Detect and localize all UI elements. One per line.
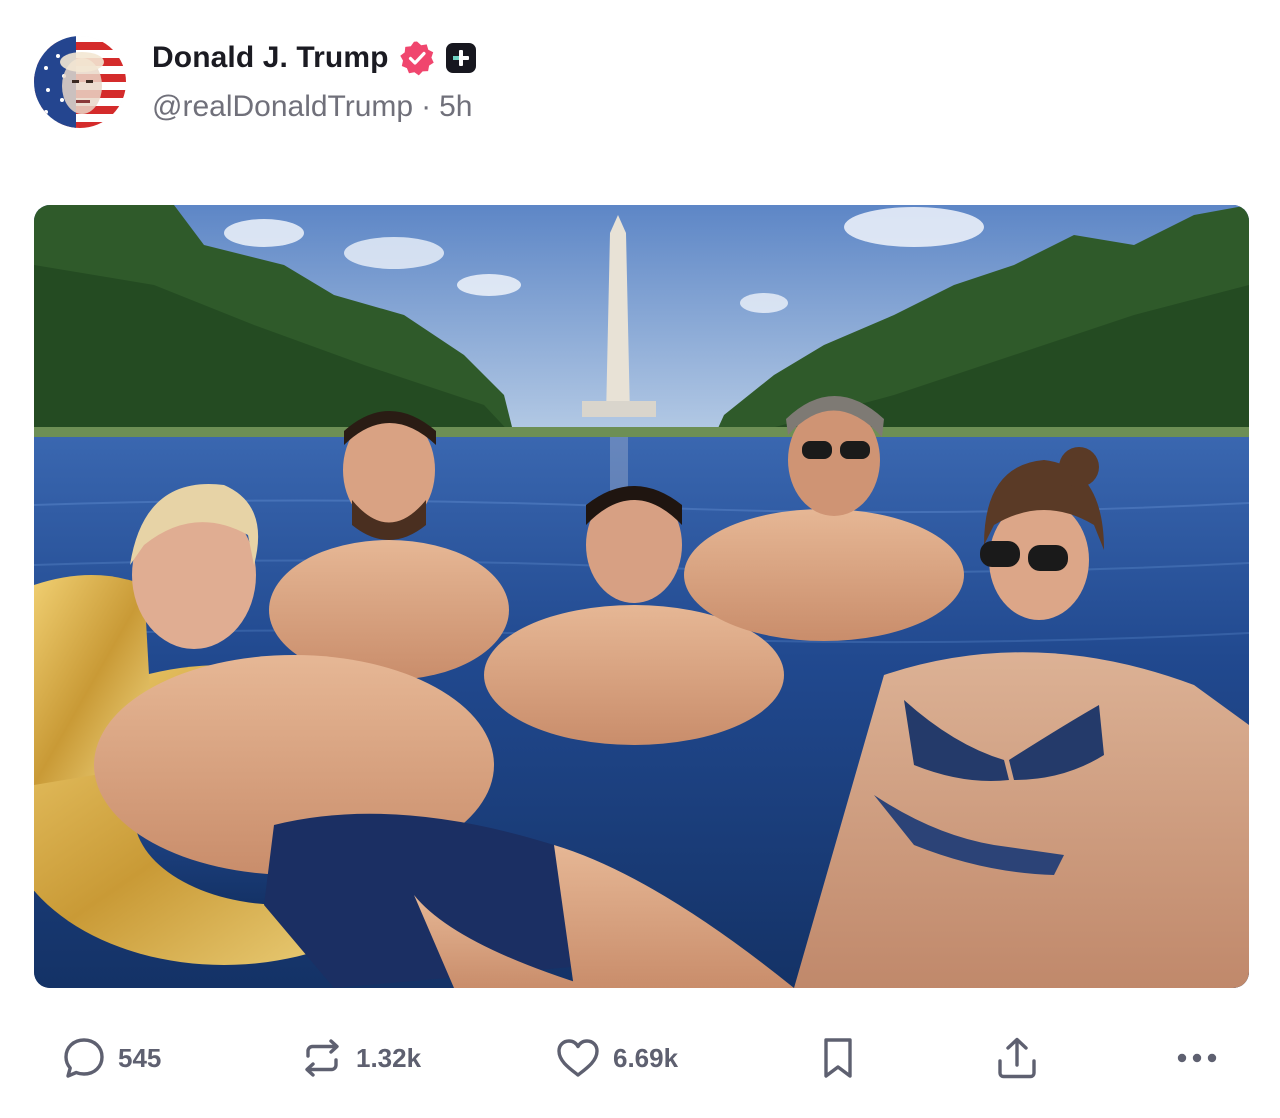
reply-button[interactable]: 545 (62, 1034, 161, 1082)
author-avatar[interactable] (34, 36, 126, 128)
verified-badge-icon (399, 40, 435, 76)
like-count: 6.69k (613, 1042, 679, 1073)
reply-count: 545 (118, 1042, 162, 1073)
author-meta-row: @realDonaldTrump · 5h (152, 90, 472, 124)
plus-badge-icon (445, 42, 477, 74)
like-button[interactable]: 6.69k (555, 1034, 678, 1082)
bookmark-button[interactable] (818, 1034, 858, 1082)
repost-count: 1.32k (356, 1042, 422, 1073)
more-icon (1175, 1048, 1219, 1068)
share-button[interactable] (995, 1034, 1039, 1082)
share-icon (995, 1035, 1039, 1081)
author-handle[interactable]: @realDonaldTrump (152, 90, 413, 124)
author-name-row: Donald J. Trump (152, 38, 477, 78)
meta-separator: · (421, 90, 432, 123)
author-display-name[interactable]: Donald J. Trump (152, 41, 389, 75)
more-options-button[interactable] (1175, 1034, 1219, 1082)
reply-icon (62, 1036, 106, 1080)
repost-icon (300, 1036, 344, 1080)
heart-icon (555, 1036, 601, 1080)
post-timestamp[interactable]: 5h (439, 90, 472, 124)
post-image[interactable] (34, 205, 1249, 988)
bookmark-icon (818, 1035, 858, 1081)
repost-button[interactable]: 1.32k (300, 1034, 421, 1082)
